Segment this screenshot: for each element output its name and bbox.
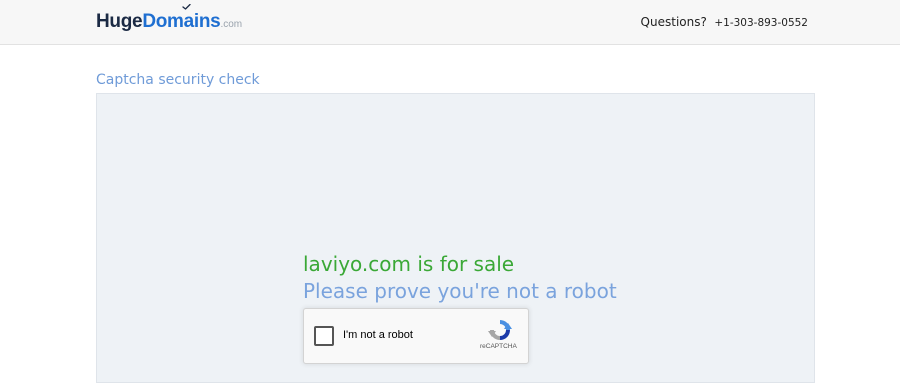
questions-label: Questions? <box>640 15 707 29</box>
domain-for-sale-heading: laviyo.com is for sale <box>303 252 515 276</box>
recaptcha-checkbox[interactable] <box>314 326 334 346</box>
prove-not-robot-text: Please prove you're not a robot <box>303 279 617 303</box>
recaptcha-label: I'm not a robot <box>343 329 413 341</box>
phone-number[interactable]: +1-303-893-0552 <box>714 17 808 29</box>
logo-text-domains-label: Domains <box>142 11 221 32</box>
site-header: HugeDomains .com Questions? +1-303-893-05… <box>0 0 900 45</box>
logo-text-suffix: .com <box>220 19 243 30</box>
contact-info: Questions? +1-303-893-0552 <box>641 15 808 29</box>
recaptcha-widget: I'm not a robot reCAPTCHA <box>303 308 529 364</box>
logo-text-huge: Huge <box>96 11 143 32</box>
page-title: Captcha security check <box>96 72 260 88</box>
recaptcha-logo-icon[interactable] <box>487 317 513 343</box>
recaptcha-brand: reCAPTCHA <box>480 343 517 350</box>
hugedomains-logo[interactable]: HugeDomains .com <box>96 4 243 35</box>
logo-text-domains: Domains <box>142 4 221 32</box>
checkmark-icon <box>182 4 191 10</box>
